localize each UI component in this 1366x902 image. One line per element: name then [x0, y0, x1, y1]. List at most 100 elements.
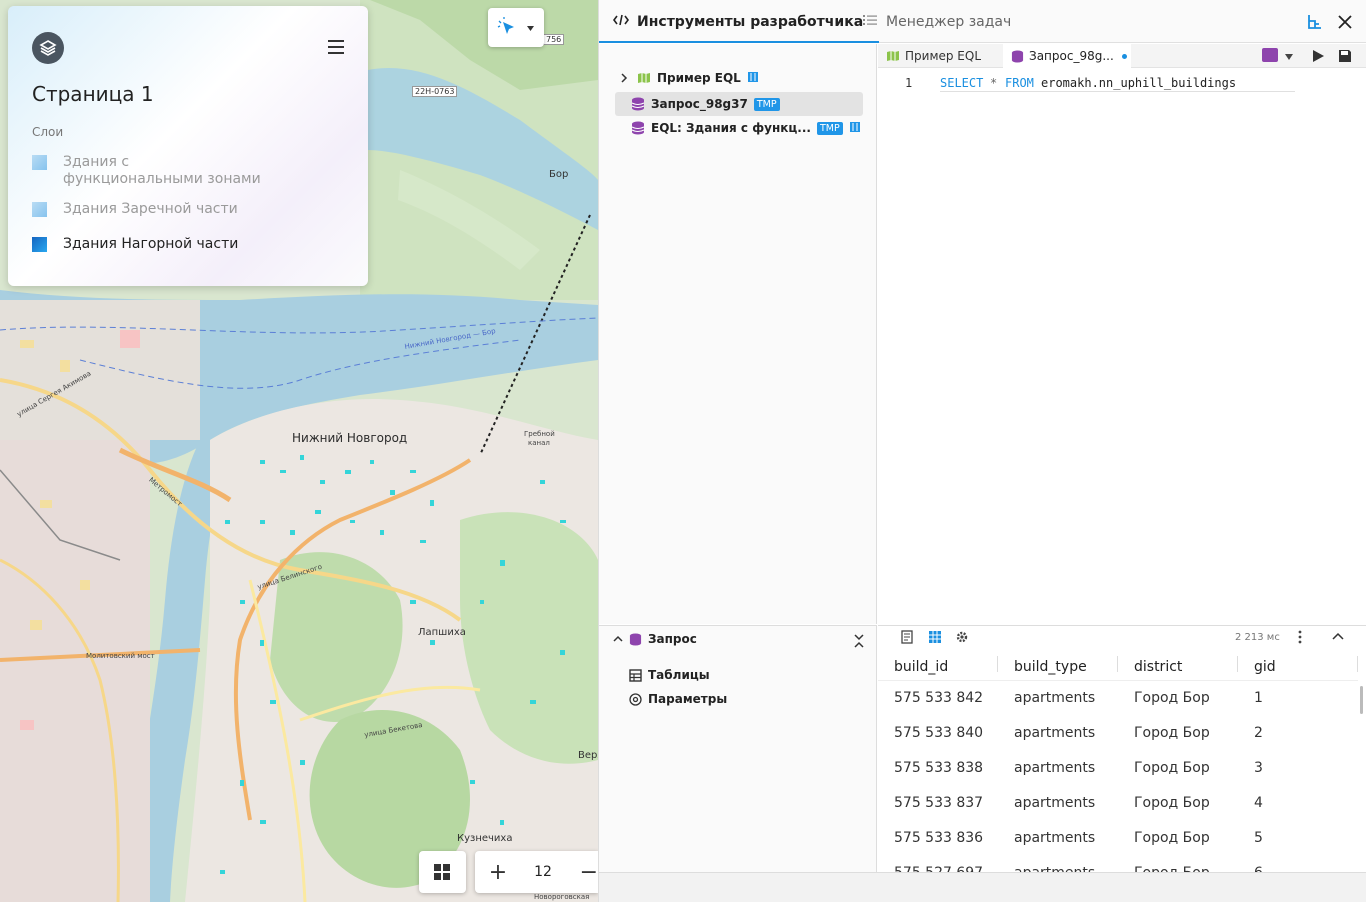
map-label-nizhny-novgorod: Нижний Новгород	[292, 431, 408, 445]
editor-tab-label: Запрос_98g...	[1029, 49, 1114, 63]
chevron-up-icon[interactable]	[1332, 632, 1344, 642]
column-header[interactable]: gid	[1238, 654, 1358, 681]
sql-format-icon[interactable]	[1262, 48, 1278, 62]
cell: Город Бор	[1134, 759, 1210, 776]
grid-view-button[interactable]	[419, 851, 466, 893]
cell: apartments	[1014, 724, 1096, 741]
zoom-out-button[interactable]: −	[565, 860, 598, 885]
at-icon	[629, 692, 642, 706]
cell: 4	[1254, 794, 1263, 811]
results-table: build_id build_type district gid 575 533…	[878, 654, 1358, 872]
unsaved-dot-icon	[1121, 53, 1127, 59]
layer-item-zarechnaya[interactable]: Здания Заречной части	[32, 201, 263, 218]
table-row[interactable]: 575 533 840 apartments Город Бор 2	[878, 715, 1358, 750]
map-label-molitovsky: Молитовский мост	[86, 652, 155, 660]
zoom-in-button[interactable]: +	[475, 860, 521, 885]
app-logo-icon	[32, 32, 64, 64]
map-label-kanal: канал	[528, 439, 550, 447]
table-row[interactable]: 575 533 838 apartments Город Бор 3	[878, 750, 1358, 785]
cell: Город Бор	[1118, 855, 1238, 873]
table-row[interactable]: 575 533 837 apartments Город Бор 4	[878, 785, 1358, 820]
pointer-icon	[497, 17, 514, 34]
column-header[interactable]: district	[1118, 654, 1238, 681]
query-sidebar: Запрос Таблицы Параметры	[599, 625, 877, 872]
column-header[interactable]: build_type	[998, 654, 1118, 681]
devtools-tabbar: Инструменты разработчика Менеджер задач	[599, 0, 1366, 43]
save-icon[interactable]	[1338, 49, 1352, 63]
cell: apartments	[1014, 794, 1096, 811]
results-pane: 2 213 мс build_id build_type district gi…	[878, 625, 1366, 872]
scrollbar-thumb[interactable]	[1360, 686, 1363, 714]
database-icon	[631, 121, 645, 135]
collapse-icon[interactable]	[853, 632, 865, 650]
query-title: Запрос	[648, 632, 697, 646]
grid-icon	[434, 864, 450, 880]
document-icon[interactable]	[900, 630, 914, 644]
schema-icon[interactable]	[1305, 12, 1325, 32]
chevron-down-icon[interactable]	[1284, 52, 1294, 62]
sql-keyword-from: FROM	[1005, 76, 1034, 90]
table-row[interactable]: 575 533 836 apartments Город Бор 5	[878, 820, 1358, 855]
layer-item-nagornaya[interactable]: Здания Нагорной части	[32, 236, 263, 253]
map-shield-756: 756	[543, 34, 565, 45]
cell: apartments	[1014, 689, 1096, 706]
gear-icon[interactable]	[955, 630, 969, 644]
tables-item[interactable]: Таблицы	[629, 668, 710, 682]
map-label-verkh: Верх	[578, 750, 598, 761]
query-time: 2 213 мс	[1235, 632, 1280, 643]
layers-panel: Страница 1 Слои Здания с функциональными…	[8, 6, 368, 286]
tmp-badge: TMP	[816, 121, 843, 135]
cell: Город Бор	[1134, 724, 1210, 741]
map-label-grebnoy: Гребной	[524, 430, 555, 438]
tree-item-label: Запрос_98g37	[651, 97, 748, 111]
grid-table-icon[interactable]	[928, 630, 942, 644]
layer-swatch	[32, 237, 47, 252]
query-tree: Пример EQL Запрос_98g37 TMP EQL: Здания …	[599, 44, 877, 624]
page-title: Страница 1	[32, 82, 154, 106]
table-row[interactable]: 575 527 697apartmentsГород Бор6	[878, 855, 1358, 873]
line-number: 1	[905, 76, 913, 90]
menu-icon[interactable]	[328, 40, 344, 54]
zoom-level: 12	[534, 864, 552, 880]
layer-swatch	[32, 155, 47, 170]
cell: 575 533 842	[894, 689, 984, 706]
layer-swatch	[32, 202, 47, 217]
query-header[interactable]: Запрос	[613, 632, 697, 646]
run-icon[interactable]	[1311, 49, 1325, 63]
tab-developer-tools[interactable]: Инструменты разработчика	[599, 0, 880, 43]
map-view[interactable]: Бор Нижний Новгород Лапшиха Кузнечиха Ве…	[0, 0, 598, 902]
column-header[interactable]: build_id	[878, 654, 998, 681]
layer-item-functional-zones[interactable]: Здания с функциональными зонами	[32, 154, 263, 188]
map-badge-icon	[849, 121, 861, 136]
layer-label: Здания Заречной части	[63, 201, 238, 217]
select-tool-button[interactable]	[488, 8, 544, 47]
cell: apartments	[1014, 759, 1096, 776]
cell: 575 533 836	[894, 829, 984, 846]
map-label-lapshikha: Лапшиха	[418, 627, 466, 638]
tree-item-query-98g37[interactable]: Запрос_98g37 TMP	[615, 92, 863, 116]
editor-tabs: Пример EQL Запрос_98g...	[878, 44, 1366, 68]
cell: 575 533 840	[894, 724, 984, 741]
editor-tab-eql-example[interactable]: Пример EQL	[886, 44, 981, 68]
tree-item-eql-example[interactable]: Пример EQL	[615, 66, 863, 90]
tables-label: Таблицы	[648, 668, 710, 682]
chevron-up-icon	[613, 635, 623, 642]
map-shield-22n: 22Н-0763	[412, 86, 458, 97]
cell: apartments	[1014, 829, 1096, 846]
code-line[interactable]: 1 SELECT * FROM eromakh.nn_uphill_buildi…	[878, 76, 1366, 94]
cell: Город Бор	[1134, 794, 1210, 811]
tab-task-manager[interactable]: Менеджер задач	[862, 0, 1011, 43]
cell: 5	[1254, 829, 1263, 846]
more-icon[interactable]	[1297, 630, 1303, 644]
cell: 575 527 697	[878, 855, 998, 873]
params-item[interactable]: Параметры	[629, 692, 727, 706]
map-label-kuznechikha: Кузнечиха	[457, 833, 513, 844]
close-icon[interactable]	[1335, 12, 1355, 32]
editor-tab-query[interactable]: Запрос_98g...	[1003, 44, 1131, 68]
chevron-down-icon	[527, 26, 534, 31]
sql-editor: Пример EQL Запрос_98g... 1 SELECT * FROM…	[878, 44, 1366, 624]
tree-item-eql-buildings[interactable]: EQL: Здания с функц... TMP	[615, 116, 863, 140]
tab-label: Инструменты разработчика	[637, 13, 864, 30]
table-row[interactable]: 575 533 842 apartments Город Бор 1	[878, 680, 1358, 715]
tree-item-label: EQL: Здания с функц...	[651, 121, 811, 135]
